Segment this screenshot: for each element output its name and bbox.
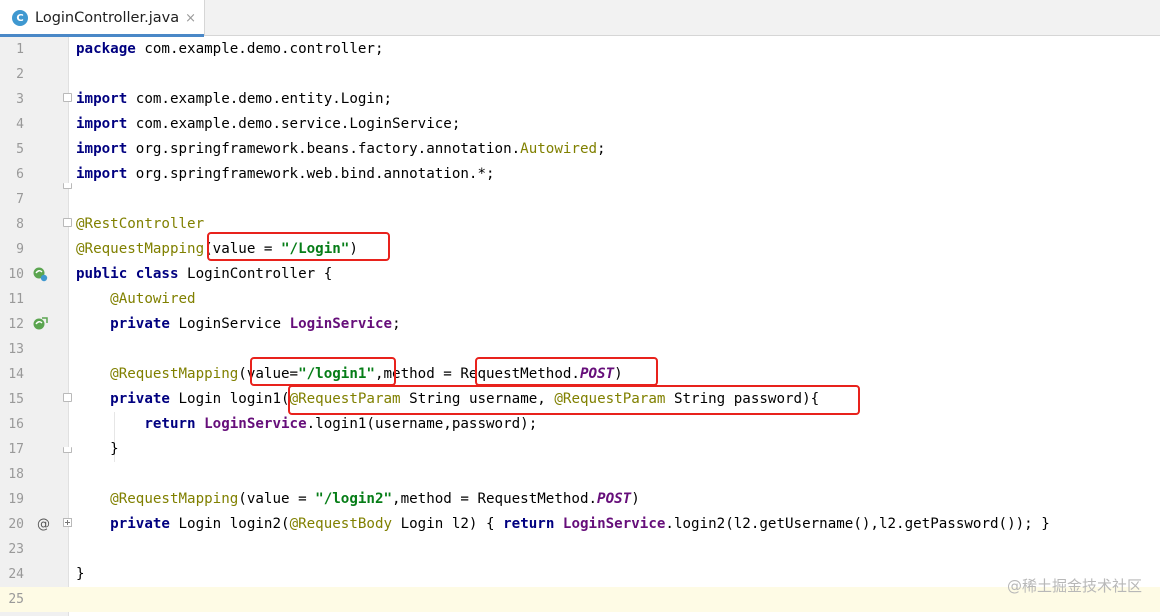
code-line[interactable]: 17 }: [0, 437, 1160, 462]
code-text[interactable]: import com.example.demo.service.LoginSer…: [76, 112, 460, 137]
code-line[interactable]: 2: [0, 62, 1160, 87]
code-line[interactable]: 19 @RequestMapping(value = "/login2",met…: [0, 487, 1160, 512]
tab-title: LoginController.java: [35, 10, 180, 26]
fold-marker-icon[interactable]: [63, 393, 72, 402]
code-line[interactable]: 20 private Login login2(@RequestBody Log…: [0, 512, 1160, 537]
line-number: 25: [8, 592, 24, 607]
editor-tab-bar: C LoginController.java ×: [0, 0, 1160, 37]
line-number: 18: [8, 467, 24, 482]
code-text[interactable]: return LoginService.login1(username,pass…: [76, 412, 537, 437]
code-text[interactable]: private Login login2(@RequestBody Login …: [76, 512, 1050, 537]
code-text[interactable]: }: [76, 562, 85, 587]
code-line[interactable]: 11 @Autowired: [0, 287, 1160, 312]
code-line[interactable]: 25: [0, 587, 1160, 612]
code-text[interactable]: @RequestMapping(value = "/login2",method…: [76, 487, 640, 512]
code-text[interactable]: package com.example.demo.controller;: [76, 37, 384, 62]
line-number: 9: [16, 242, 24, 257]
autowired-bean-icon[interactable]: [32, 316, 48, 332]
code-text[interactable]: @RequestMapping(value = "/Login"): [76, 237, 358, 262]
line-number: 14: [8, 367, 24, 382]
code-line[interactable]: 8 @RestController: [0, 212, 1160, 237]
fold-marker-icon[interactable]: [63, 93, 72, 102]
code-text[interactable]: public class LoginController {: [76, 262, 332, 287]
code-line[interactable]: 14 @RequestMapping(value="/login1",metho…: [0, 362, 1160, 387]
code-text[interactable]: import org.springframework.web.bind.anno…: [76, 162, 495, 187]
line-number: 24: [8, 567, 24, 582]
code-text[interactable]: private Login login1(@RequestParam Strin…: [76, 387, 819, 412]
line-number: 15: [8, 392, 24, 407]
line-number: 10: [8, 267, 24, 282]
line-number: 16: [8, 417, 24, 432]
line-number: 23: [8, 542, 24, 557]
code-text[interactable]: @RestController: [76, 212, 204, 237]
line-number: 19: [8, 492, 24, 507]
code-line[interactable]: 13: [0, 337, 1160, 362]
java-class-icon: C: [12, 10, 28, 26]
code-line[interactable]: 23: [0, 537, 1160, 562]
code-line[interactable]: 6 import org.springframework.web.bind.ann…: [0, 162, 1160, 187]
code-text[interactable]: }: [76, 437, 119, 462]
code-line[interactable]: 9 @RequestMapping(value = "/Login"): [0, 237, 1160, 262]
line-number: 2: [16, 67, 24, 82]
code-line[interactable]: 18: [0, 462, 1160, 487]
code-line[interactable]: 24}: [0, 562, 1160, 587]
fold-end-icon[interactable]: [63, 183, 72, 189]
code-line[interactable]: 7: [0, 187, 1160, 212]
code-editor[interactable]: 1 package com.example.demo.controller; 2 3 i…: [0, 37, 1160, 616]
code-text[interactable]: @Autowired: [76, 287, 195, 312]
code-line[interactable]: 15 private Login login1(@RequestParam St…: [0, 387, 1160, 412]
line-number: 6: [16, 167, 24, 182]
code-line[interactable]: 5 import org.springframework.beans.factor…: [0, 137, 1160, 162]
at-icon[interactable]: @: [37, 512, 50, 537]
close-icon[interactable]: ×: [185, 11, 196, 26]
line-number: 17: [8, 442, 24, 457]
watermark: @稀土掘金技术社区: [1006, 577, 1142, 595]
code-text[interactable]: @RequestMapping(value="/login1",method =…: [76, 362, 623, 387]
code-text[interactable]: import com.example.demo.entity.Login;: [76, 87, 392, 112]
line-number: 1: [16, 42, 24, 57]
line-number: 20: [8, 517, 24, 532]
fold-end-icon[interactable]: [63, 447, 72, 453]
fold-marker-icon[interactable]: [63, 218, 72, 227]
tab-logincontroller[interactable]: C LoginController.java ×: [0, 0, 205, 37]
line-number: 11: [8, 292, 24, 307]
line-number: 5: [16, 142, 24, 157]
line-number: 8: [16, 217, 24, 232]
expand-fold-icon[interactable]: [63, 518, 72, 527]
line-number: 12: [8, 317, 24, 332]
code-line[interactable]: 12 private LoginService LoginService;: [0, 312, 1160, 337]
code-line[interactable]: 1 package com.example.demo.controller;: [0, 37, 1160, 62]
code-text[interactable]: import org.springframework.beans.factory…: [76, 137, 606, 162]
spring-bean-icon[interactable]: [32, 266, 48, 282]
line-number: 4: [16, 117, 24, 132]
line-number: 13: [8, 342, 24, 357]
code-line[interactable]: 16 return LoginService.login1(username,p…: [0, 412, 1160, 437]
code-text[interactable]: private LoginService LoginService;: [76, 312, 400, 337]
line-number: 7: [16, 192, 24, 207]
line-number: 3: [16, 92, 24, 107]
code-line[interactable]: 3 import com.example.demo.entity.Login;: [0, 87, 1160, 112]
code-line[interactable]: 4 import com.example.demo.service.LoginSe…: [0, 112, 1160, 137]
code-line[interactable]: 10 public class LoginController {: [0, 262, 1160, 287]
